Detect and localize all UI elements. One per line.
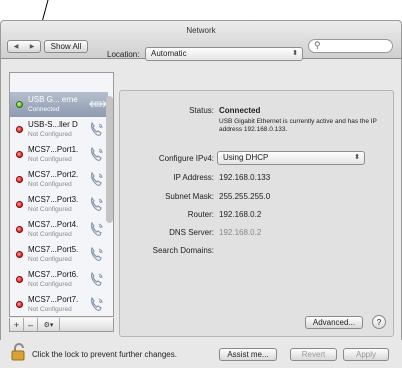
apply-button[interactable]: Apply [343, 348, 389, 361]
service-status: Not Configured [28, 156, 72, 163]
service-status: Not Configured [28, 131, 72, 138]
search-input[interactable]: ⚲ [308, 39, 393, 53]
service-name: MCS7...Port6. [28, 270, 79, 279]
configure-ipv4-label: Configure IPv4: [158, 154, 214, 163]
not-configured-status-dot [16, 176, 23, 183]
service-status: Not Configured [28, 206, 72, 213]
location-label: Location: [107, 50, 140, 59]
subnet-mask-label: Subnet Mask: [165, 192, 214, 201]
list-scrollbar[interactable] [106, 96, 113, 223]
phone-icon [89, 271, 105, 289]
show-all-button[interactable]: Show All [44, 40, 88, 53]
list-toolbar: + – ⚙▾ [9, 318, 114, 332]
network-service-list: USB G... erne Connected USB-S...ller D Not … [9, 72, 114, 317]
service-name: USB G... erne [28, 95, 78, 104]
configure-ipv4-value: Using DHCP [223, 153, 269, 162]
service-list-item[interactable]: MCS7...Port6. Not Configured [10, 267, 108, 292]
service-list-item[interactable]: MCS7...Port5. Not Configured [10, 242, 108, 267]
status-description: USB Gigabit Ethernet is currently active… [219, 118, 377, 133]
service-status: Not Configured [28, 181, 72, 188]
not-configured-status-dot [16, 276, 23, 283]
not-configured-status-dot [16, 301, 23, 308]
ip-address-value: 192.168.0.133 [219, 173, 271, 182]
service-name: MCS7...Port5. [28, 245, 79, 254]
dns-server-label: DNS Server: [169, 228, 214, 237]
service-name: MCS7...Port3. [28, 195, 79, 204]
forward-arrow-icon[interactable]: ▶ [30, 43, 35, 50]
service-status: Connected [28, 106, 60, 113]
phone-icon [89, 171, 105, 189]
updown-arrows-icon: ⬍ [354, 154, 360, 161]
router-label: Router: [187, 210, 214, 219]
status-value: Connected [219, 106, 261, 115]
connected-status-dot [16, 101, 23, 108]
action-menu-button[interactable]: ⚙▾ [38, 318, 60, 331]
phone-icon [89, 121, 105, 139]
service-name: MCS7...Port7. [28, 295, 79, 304]
ethernet-icon [89, 96, 107, 114]
lock-icon[interactable] [11, 343, 27, 361]
back-forward-buttons[interactable]: ◀ ▶ [7, 40, 41, 53]
phone-icon [89, 246, 105, 264]
service-list-item[interactable]: USB G... erne Connected [10, 92, 108, 117]
phone-icon [89, 146, 105, 164]
revert-button[interactable]: Revert [290, 348, 337, 361]
search-domains-label: Search Domains: [152, 246, 214, 255]
service-list-item[interactable]: MCS7...Port4. Not Configured [10, 217, 108, 242]
remove-service-button[interactable]: – [24, 318, 38, 331]
service-name: MCS7...Port4. [28, 220, 79, 229]
phone-icon [89, 221, 105, 239]
service-name: MCS7...Port1. [28, 145, 79, 154]
service-list-item[interactable]: MCS7...Port7. Not Configured [10, 292, 108, 316]
service-status: Not Configured [28, 231, 72, 238]
status-label: Status: [189, 106, 214, 115]
service-status: Not Configured [28, 256, 72, 263]
add-service-button[interactable]: + [10, 318, 24, 331]
dns-server-value: 192.168.0.2 [219, 228, 262, 237]
configure-ipv4-select[interactable]: Using DHCP ⬍ [217, 151, 365, 165]
service-list-item[interactable]: MCS7...Port1. Not Configured [10, 142, 108, 167]
not-configured-status-dot [16, 226, 23, 233]
service-list-item[interactable]: USB-S...ller D Not Configured [10, 117, 108, 142]
phone-icon [89, 196, 105, 214]
subnet-mask-value: 255.255.255.0 [219, 192, 271, 201]
window-title: Network [186, 26, 216, 35]
service-name: MCS7...Port2. [28, 170, 79, 179]
advanced-button[interactable]: Advanced... [305, 316, 363, 329]
service-list-item[interactable]: MCS7...Port3. Not Configured [10, 192, 108, 217]
service-status: Not Configured [28, 281, 72, 288]
phone-icon [89, 296, 105, 314]
updown-arrows-icon: ⬍ [292, 50, 298, 57]
location-select[interactable]: Automatic ⬍ [145, 47, 303, 61]
not-configured-status-dot [16, 251, 23, 258]
router-value: 192.168.0.2 [219, 210, 262, 219]
help-button[interactable]: ? [372, 315, 386, 329]
not-configured-status-dot [16, 126, 23, 133]
service-status: Not Configured [28, 306, 72, 313]
service-name: USB-S...ller D [28, 120, 78, 129]
assist-me-button[interactable]: Assist me... [219, 348, 277, 361]
lock-message: Click the lock to prevent further change… [32, 350, 177, 359]
ip-address-label: IP Address: [173, 173, 214, 182]
back-arrow-icon[interactable]: ◀ [14, 43, 19, 50]
search-icon: ⚲ [314, 40, 321, 50]
location-value: Automatic [151, 49, 187, 58]
not-configured-status-dot [16, 201, 23, 208]
service-list-item[interactable]: MCS7...Port2. Not Configured [10, 167, 108, 192]
not-configured-status-dot [16, 151, 23, 158]
